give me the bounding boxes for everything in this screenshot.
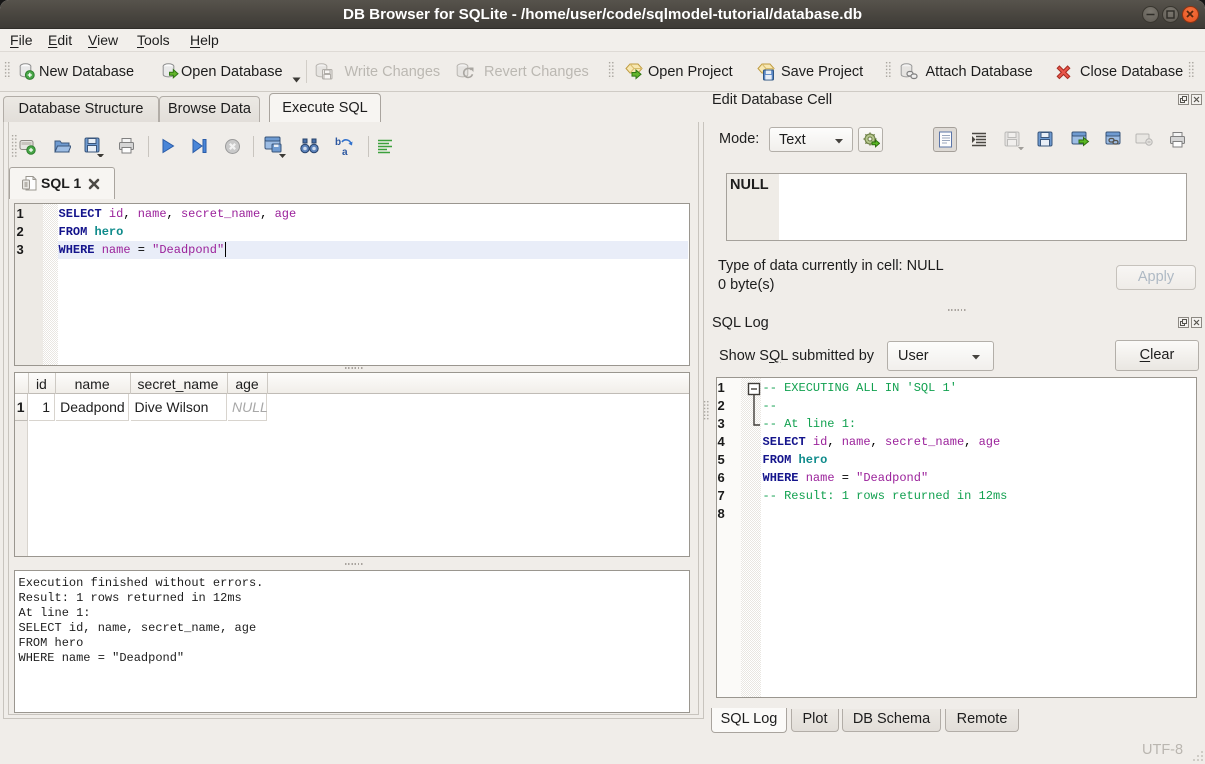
svg-text:a: a [342, 147, 348, 156]
svg-text:b: b [335, 137, 341, 148]
